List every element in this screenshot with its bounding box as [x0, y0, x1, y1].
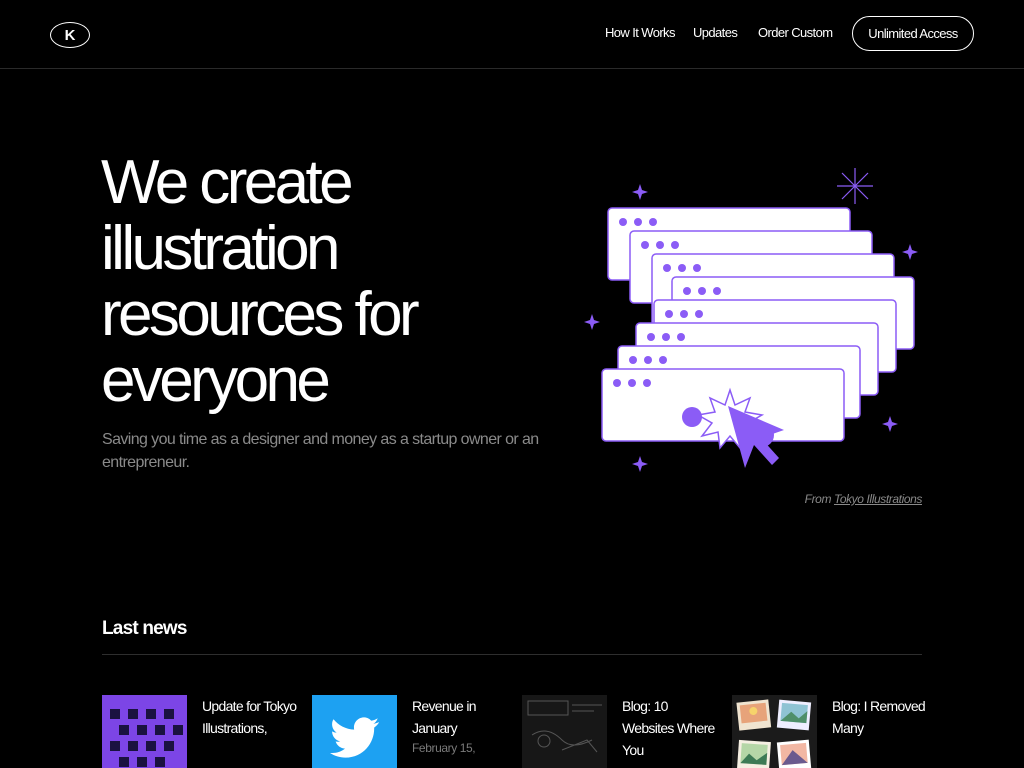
- news-heading: Last news: [102, 618, 187, 639]
- credit-link[interactable]: Tokyo Illustrations: [834, 492, 922, 506]
- browser-windows-illustration: [584, 168, 918, 472]
- unlimited-access-button[interactable]: Unlimited Access: [852, 16, 974, 51]
- nav-link-how-it-works[interactable]: How It Works: [605, 25, 675, 40]
- logo[interactable]: K: [50, 22, 90, 48]
- news-thumbnail: [102, 695, 187, 768]
- news-thumbnail: [732, 695, 817, 768]
- news-date: February 15,: [412, 741, 476, 755]
- news-thumbnail: [522, 695, 607, 768]
- logo-letter: K: [64, 26, 76, 44]
- news-title: Revenue in January: [412, 698, 477, 736]
- nav-link-order-custom[interactable]: Order Custom: [758, 25, 833, 40]
- news-title: Update for Tokyo Illustrations,: [202, 698, 297, 736]
- nav-link-updates[interactable]: Updates: [693, 25, 738, 40]
- twitter-bird-icon: [329, 716, 379, 758]
- hero-title-line: everyone: [101, 346, 331, 415]
- illustration-credit: From Tokyo Illustrations: [700, 492, 923, 506]
- news-card[interactable]: Update for Tokyo Illustrations,: [102, 695, 302, 768]
- hero-subtitle: Saving you time as a designer and money …: [102, 431, 539, 471]
- news-card[interactable]: Revenue in January February 15,: [312, 695, 512, 768]
- top-navbar: K How It Works Updates Order Custom Unli…: [0, 0, 1024, 69]
- news-title: Blog: I Removed Many: [832, 698, 926, 736]
- hero-title-line: illustration: [101, 214, 341, 283]
- hero-title: We create illustration resources for eve…: [101, 150, 581, 414]
- news-card[interactable]: Blog: I Removed Many: [732, 695, 932, 768]
- hero-title-line: resources for: [101, 280, 420, 349]
- credit-prefix: From: [804, 492, 832, 506]
- divider: [102, 654, 922, 655]
- news-card[interactable]: Blog: 10 Websites Where You: [522, 695, 722, 768]
- news-title: Blog: 10 Websites Where You: [622, 698, 715, 758]
- hero-title-line: We create: [101, 148, 354, 217]
- news-thumbnail: [312, 695, 397, 768]
